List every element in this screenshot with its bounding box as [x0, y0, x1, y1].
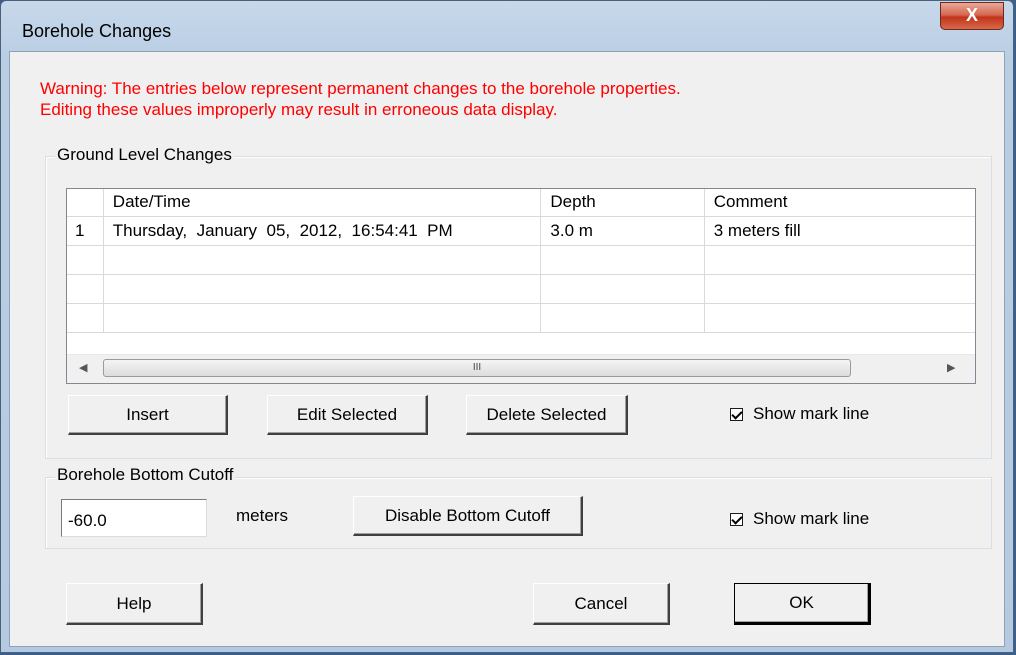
- ground-level-table[interactable]: Date/Time Depth Comment 1 Thursday, Janu…: [66, 188, 976, 384]
- scrollbar-grip-icon: III: [472, 362, 482, 373]
- column-header-depth[interactable]: Depth: [540, 189, 705, 217]
- bottom-cutoff-input[interactable]: [61, 499, 207, 537]
- checkbox-checked-icon[interactable]: [730, 512, 743, 526]
- help-button[interactable]: Help: [66, 583, 203, 625]
- warning-line-2: Editing these values improperly may resu…: [40, 100, 558, 119]
- disable-bottom-cutoff-button[interactable]: Disable Bottom Cutoff: [353, 496, 583, 536]
- row-number: 1: [67, 216, 104, 246]
- close-button[interactable]: X: [940, 2, 1004, 30]
- cancel-button[interactable]: Cancel: [533, 583, 670, 625]
- scroll-left-icon[interactable]: ◀: [79, 361, 87, 374]
- insert-button[interactable]: Insert: [68, 395, 228, 435]
- cell-depth[interactable]: 3.0 m: [540, 216, 705, 246]
- delete-selected-button[interactable]: Delete Selected: [466, 395, 628, 435]
- window-title: Borehole Changes: [22, 21, 172, 41]
- cell-comment[interactable]: 3 meters fill: [704, 216, 975, 246]
- checkbox-checked-icon[interactable]: [730, 407, 743, 421]
- bottom-cutoff-unit: meters: [236, 506, 288, 525]
- table-row[interactable]: [67, 303, 975, 333]
- scrollbar-thumb[interactable]: III: [103, 359, 851, 377]
- bottom-show-mark-line-label: Show mark line: [753, 509, 870, 528]
- horizontal-scrollbar[interactable]: ◀ III ▶: [67, 354, 975, 383]
- ground-show-mark-line-checkbox[interactable]: Show mark line: [730, 404, 869, 424]
- table-header-row: Date/Time Depth Comment: [67, 189, 975, 217]
- ground-level-group-label: Ground Level Changes: [55, 145, 234, 165]
- dialog-window: Borehole Changes X Warning: The entries …: [0, 0, 1014, 653]
- close-icon: X: [965, 5, 978, 25]
- title-bar[interactable]: Borehole Changes X: [1, 1, 1013, 51]
- column-header-datetime[interactable]: Date/Time: [103, 189, 542, 217]
- ok-button[interactable]: OK: [734, 583, 871, 625]
- warning-message: Warning: The entries below represent per…: [40, 78, 681, 120]
- cell-datetime[interactable]: Thursday, January 05, 2012, 16:54:41 PM: [103, 216, 542, 246]
- column-header-comment[interactable]: Comment: [704, 189, 975, 217]
- bottom-show-mark-line-checkbox[interactable]: Show mark line: [730, 509, 869, 529]
- row-number-header: [67, 189, 104, 217]
- scroll-right-icon[interactable]: ▶: [947, 361, 955, 374]
- ground-show-mark-line-label: Show mark line: [753, 404, 870, 423]
- table-row[interactable]: [67, 274, 975, 304]
- table-row[interactable]: 1 Thursday, January 05, 2012, 16:54:41 P…: [67, 216, 975, 246]
- bottom-cutoff-group-label: Borehole Bottom Cutoff: [55, 465, 236, 485]
- edit-selected-button[interactable]: Edit Selected: [267, 395, 428, 435]
- warning-line-1: Warning: The entries below represent per…: [40, 79, 681, 98]
- table-row[interactable]: [67, 245, 975, 275]
